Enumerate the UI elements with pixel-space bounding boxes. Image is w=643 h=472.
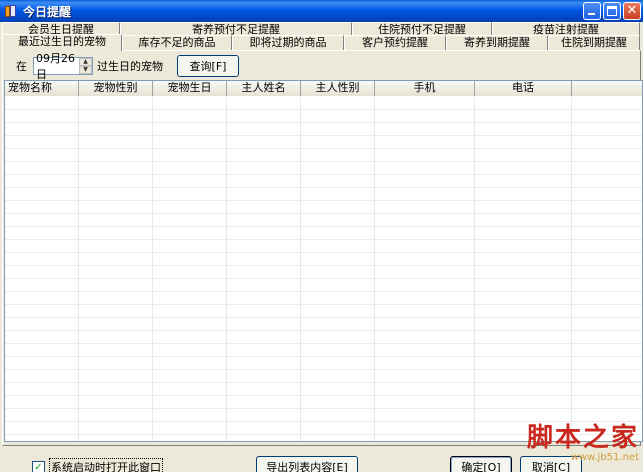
column-header-mobile[interactable]: 手机: [375, 81, 475, 96]
tab-row-front: 最近过生日的宠物 库存不足的商品 即将过期的商品 客户预约提醒 寄养到期提醒 住…: [2, 34, 640, 51]
title-bar[interactable]: 今日提醒 ✕: [0, 0, 643, 22]
window-controls: ✕: [583, 2, 641, 20]
close-button[interactable]: ✕: [623, 2, 641, 20]
minimize-button[interactable]: [583, 2, 601, 20]
column-header-pet-gender[interactable]: 宠物性别: [79, 81, 153, 96]
watermark-url: www.jb51.net: [570, 452, 639, 463]
startup-checkbox-label[interactable]: 系统启动时打开此窗口: [49, 458, 163, 472]
tab-appointment[interactable]: 客户预约提醒: [344, 35, 446, 50]
query-prefix-label: 在: [16, 60, 27, 73]
startup-checkbox[interactable]: ✓: [32, 460, 45, 472]
window-title: 今日提醒: [23, 4, 72, 19]
date-spinner[interactable]: ▲ ▼: [79, 58, 92, 74]
column-header-filler: [572, 81, 642, 96]
spin-down-icon[interactable]: ▼: [79, 66, 92, 74]
minimize-icon: [588, 13, 595, 15]
watermark-text: 脚本之家: [526, 423, 639, 453]
watermark: 脚本之家 www.jb51.net: [509, 424, 639, 463]
pet-birthday-table[interactable]: 宠物名称 宠物性别 宠物生日 主人姓名 主人性别 手机 电话: [4, 80, 643, 442]
column-header-pet-name[interactable]: 宠物名称: [5, 81, 79, 96]
tab-recent-birthday[interactable]: 最近过生日的宠物: [2, 34, 122, 51]
tab-expiring-goods[interactable]: 即将过期的商品: [232, 35, 344, 50]
date-picker[interactable]: 09月26日 ▲ ▼: [33, 52, 93, 81]
table-header: 宠物名称 宠物性别 宠物生日 主人姓名 主人性别 手机 电话: [5, 81, 642, 96]
app-icon: [4, 4, 18, 18]
close-icon: ✕: [626, 3, 638, 18]
tab-low-stock[interactable]: 库存不足的商品: [122, 35, 232, 50]
maximize-icon: [607, 6, 617, 16]
startup-checkbox-row[interactable]: ✓ 系统启动时打开此窗口: [32, 458, 163, 472]
query-button[interactable]: 查询[F]: [177, 55, 239, 77]
column-header-owner-name[interactable]: 主人姓名: [227, 81, 301, 96]
column-header-owner-gender[interactable]: 主人性别: [301, 81, 375, 96]
ok-button[interactable]: 确定[O]: [450, 456, 512, 472]
column-header-pet-birthday[interactable]: 宠物生日: [153, 81, 227, 96]
spin-up-icon[interactable]: ▲: [79, 58, 92, 66]
column-header-phone[interactable]: 电话: [475, 81, 572, 96]
query-row: 在 09月26日 ▲ ▼ 过生日的宠物 查询[F]: [16, 52, 239, 81]
tab-hospital-due[interactable]: 住院到期提醒: [548, 35, 640, 50]
export-button[interactable]: 导出列表内容[E]: [256, 456, 358, 472]
tab-boarding-due[interactable]: 寄养到期提醒: [446, 35, 548, 50]
table-body[interactable]: [5, 97, 642, 441]
query-suffix-label: 过生日的宠物: [97, 60, 163, 73]
maximize-button[interactable]: [603, 2, 621, 20]
date-value[interactable]: 09月26日: [34, 50, 79, 82]
